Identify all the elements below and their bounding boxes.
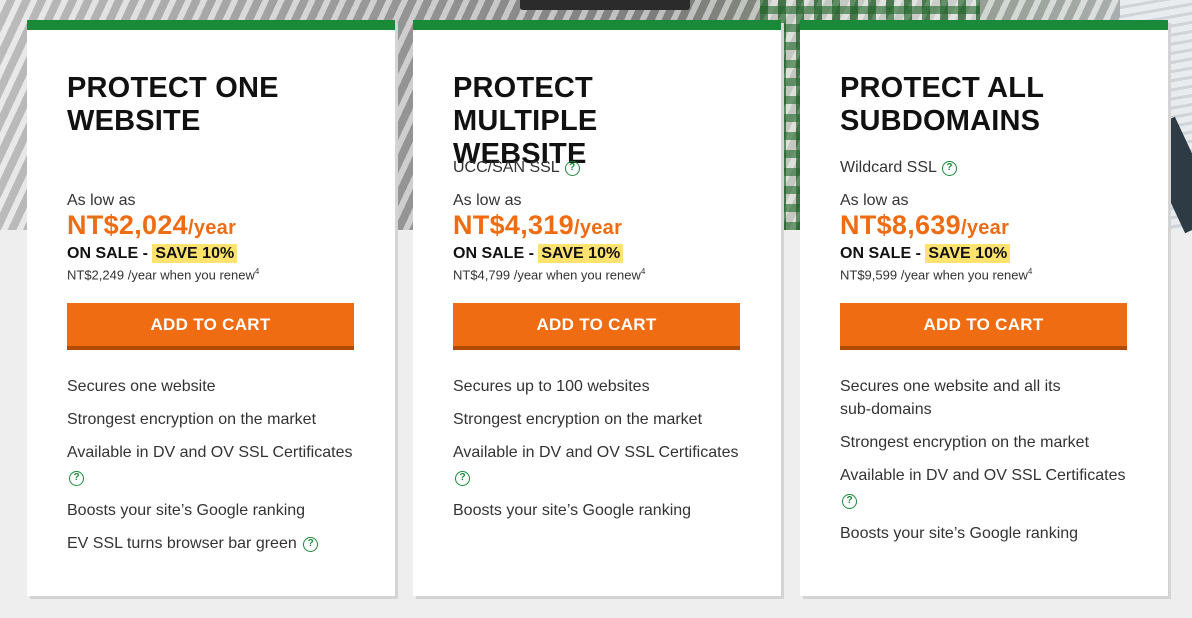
plan-title: PROTECT ALL SUBDOMAINS — [840, 72, 1128, 138]
plan-title-line1: PROTECT ALL — [840, 72, 1045, 104]
plan-title-line2: SUBDOMAINS — [840, 105, 1041, 137]
feature-text: Secures up to 100 websites — [453, 378, 650, 396]
feature-text: Available in DV and OV SSL Certificates — [840, 467, 1126, 485]
on-sale-label: ON SALE - — [453, 245, 539, 262]
sale-line: ON SALE - SAVE 10% — [840, 244, 1128, 263]
renewal-price: NT$4,799 /year when you renew4 — [453, 267, 741, 282]
as-low-as-label: As low as — [840, 192, 909, 209]
feature-item: Secures one website — [67, 375, 355, 398]
on-sale-label: ON SALE - — [840, 245, 926, 262]
plan-card-protect-one-website: PROTECT ONE WEBSITE As low as NT$2,024/y… — [27, 20, 395, 596]
plan-title-line2: WEBSITE — [67, 105, 201, 137]
save-badge: SAVE 10% — [925, 244, 1011, 263]
feature-item: Boosts your site’s Google ranking — [67, 499, 355, 522]
on-sale-label: ON SALE - — [67, 245, 153, 262]
plan-title-line1: PROTECT MULTIPLE — [453, 72, 598, 137]
plan-card-protect-multiple-website: PROTECT MULTIPLE WEBSITE UCC/SAN SSL ? A… — [413, 20, 781, 596]
feature-item: Available in DV and OV SSL Certificates? — [67, 441, 355, 489]
feature-text: Strongest encryption on the market — [67, 411, 317, 429]
price: NT$8,639/year — [840, 210, 1128, 243]
question-circle-icon[interactable]: ? — [455, 470, 470, 486]
plan-subtitle-text: UCC/SAN SSL — [453, 159, 560, 176]
renewal-price-text: NT$2,249 /year when you renew — [67, 267, 255, 283]
as-low-as-label: As low as — [453, 192, 522, 209]
plan-title: PROTECT MULTIPLE WEBSITE — [453, 72, 741, 170]
sale-line: ON SALE - SAVE 10% — [453, 244, 741, 263]
sale-line: ON SALE - SAVE 10% — [67, 244, 355, 263]
question-circle-icon[interactable]: ? — [941, 160, 957, 176]
feature-list: Secures up to 100 websites Strongest enc… — [453, 375, 741, 522]
feature-item: Strongest encryption on the market — [67, 408, 355, 431]
save-badge: SAVE 10% — [538, 244, 624, 263]
plan-title-line1: PROTECT ONE — [67, 72, 279, 104]
add-to-cart-button[interactable]: ADD TO CART — [453, 303, 740, 351]
renewal-price-text: NT$9,599 /year when you renew — [840, 267, 1028, 283]
feature-item: Boosts your site’s Google ranking — [453, 499, 741, 522]
feature-list: Secures one website Strongest encryption… — [67, 375, 355, 555]
plan-subtitle: Wildcard SSL ? — [840, 158, 1128, 178]
renewal-price: NT$9,599 /year when you renew4 — [840, 267, 1128, 282]
feature-item: Available in DV and OV SSL Certificates? — [453, 441, 741, 489]
price: NT$4,319/year — [453, 210, 741, 243]
feature-item: Boosts your site’s Google ranking — [840, 522, 1128, 545]
feature-text: Boosts your site’s Google ranking — [67, 502, 306, 520]
feature-text: Strongest encryption on the market — [840, 434, 1090, 452]
feature-text: Available in DV and OV SSL Certificates — [67, 444, 353, 462]
feature-item: Secures one website and all its sub-domai… — [840, 375, 1128, 421]
save-badge: SAVE 10% — [152, 244, 238, 263]
price-amount: NT$8,639 — [840, 210, 961, 240]
plan-card-protect-all-subdomains: PROTECT ALL SUBDOMAINS Wildcard SSL ? As… — [800, 20, 1168, 596]
price: NT$2,024/year — [67, 210, 355, 243]
plan-subtitle-text: Wildcard SSL — [840, 159, 937, 176]
price-period: /year — [960, 217, 1010, 239]
feature-item: Available in DV and OV SSL Certificates? — [840, 464, 1128, 512]
renewal-price: NT$2,249 /year when you renew4 — [67, 267, 355, 282]
feature-text: Secures one website and all its — [840, 378, 1061, 396]
feature-text: sub-domains — [840, 401, 932, 419]
feature-text: Secures one website — [67, 378, 216, 396]
price-period: /year — [187, 217, 237, 239]
feature-text: Boosts your site’s Google ranking — [453, 502, 692, 520]
price-amount: NT$2,024 — [67, 210, 188, 240]
feature-text: Strongest encryption on the market — [453, 411, 703, 429]
question-circle-icon[interactable]: ? — [842, 493, 857, 509]
question-circle-icon[interactable]: ? — [69, 470, 84, 486]
feature-item: Strongest encryption on the market — [453, 408, 741, 431]
question-circle-icon[interactable]: ? — [564, 160, 580, 176]
footnote-ref[interactable]: 4 — [641, 267, 645, 276]
add-to-cart-button[interactable]: ADD TO CART — [67, 303, 354, 351]
question-circle-icon[interactable]: ? — [303, 536, 319, 552]
feature-item: Secures up to 100 websites — [453, 375, 741, 398]
laptop-edge — [520, 0, 690, 10]
footnote-ref[interactable]: 4 — [255, 267, 259, 276]
as-low-as-label: As low as — [67, 192, 136, 209]
add-to-cart-button[interactable]: ADD TO CART — [840, 303, 1127, 351]
renewal-price-text: NT$4,799 /year when you renew — [453, 267, 641, 283]
footnote-ref[interactable]: 4 — [1028, 267, 1032, 276]
price-amount: NT$4,319 — [453, 210, 574, 240]
feature-text: Available in DV and OV SSL Certificates — [453, 444, 739, 462]
feature-text: EV SSL turns browser bar green — [67, 535, 297, 553]
feature-list: Secures one website and all its sub-domai… — [840, 375, 1128, 545]
plan-subtitle: UCC/SAN SSL ? — [453, 158, 741, 178]
feature-item: Strongest encryption on the market — [840, 431, 1128, 454]
plan-title: PROTECT ONE WEBSITE — [67, 72, 355, 138]
feature-text: Boosts your site’s Google ranking — [840, 525, 1079, 543]
feature-item: EV SSL turns browser bar green ? — [67, 532, 355, 555]
price-period: /year — [573, 217, 623, 239]
